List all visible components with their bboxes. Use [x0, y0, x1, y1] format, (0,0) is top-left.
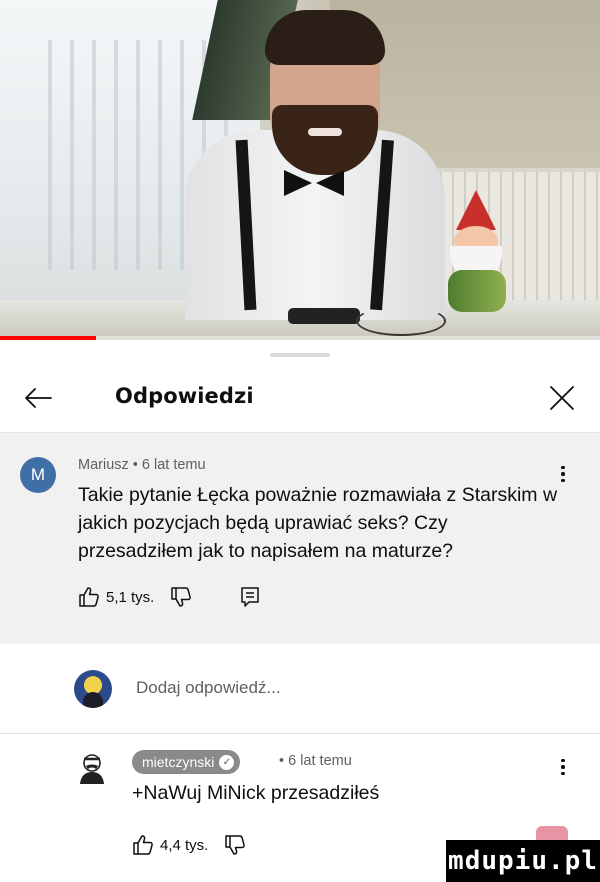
table-cable — [356, 306, 446, 336]
reply-text: +NaWuj MiNick przesadziłeś — [132, 782, 380, 804]
more-vert-icon — [561, 465, 565, 470]
meta-separator: • — [279, 753, 289, 769]
close-icon — [550, 386, 574, 410]
avatar[interactable] — [74, 750, 110, 786]
person-bowtie — [284, 170, 344, 196]
reply-more-button[interactable] — [548, 752, 578, 782]
more-vert-icon-dot — [561, 771, 565, 776]
video-player[interactable] — [0, 0, 600, 340]
table-phone — [288, 308, 360, 324]
like-count: 5,1 tys. — [106, 588, 155, 606]
reply-meta: • 6 lat temu — [279, 753, 352, 769]
thumbs-down-icon — [171, 587, 192, 607]
like-button[interactable]: 4,4 tys. — [132, 834, 208, 856]
like-count: 4,4 tys. — [160, 836, 209, 854]
comment-actions: 5,1 tys. — [78, 585, 260, 609]
gnome-body — [448, 270, 506, 312]
garden-gnome — [442, 190, 512, 320]
channel-name: mietczynski — [142, 754, 215, 770]
channel-name-badge[interactable]: mietczynski ✓ — [132, 750, 241, 774]
verified-check-icon: ✓ — [219, 754, 235, 770]
arrow-left-icon — [25, 388, 52, 408]
more-vert-icon-dot — [561, 765, 565, 769]
sheet-drag-handle[interactable] — [270, 353, 330, 357]
more-vert-icon-dot — [561, 472, 565, 476]
comment-author[interactable]: Mariusz — [78, 457, 129, 473]
more-vert-icon — [561, 758, 565, 763]
thumbs-up-icon — [79, 587, 99, 607]
reply-actions: 4,4 tys. — [132, 834, 246, 856]
comment-meta: Mariusz • 6 lat temu — [78, 457, 206, 473]
sheet-header: Odpowiedzi — [0, 364, 600, 432]
more-vert-icon-dot — [561, 478, 565, 483]
comment-time: 6 lat temu — [141, 457, 206, 473]
dislike-button[interactable] — [224, 834, 246, 856]
avatar[interactable]: M — [20, 457, 56, 493]
back-button[interactable] — [16, 376, 60, 420]
avatar-mustache-man-icon — [80, 754, 104, 784]
reply-time: 6 lat temu — [288, 753, 352, 769]
video-person — [180, 10, 450, 320]
add-reply-row: Dodaj odpowiedź... — [0, 644, 600, 734]
reply-button[interactable] — [240, 586, 260, 608]
watermark-logo: mdupiu.pl — [446, 840, 600, 882]
person-hair — [265, 10, 385, 65]
person-mouth — [308, 128, 342, 136]
reply-input[interactable]: Dodaj odpowiedź... — [136, 678, 281, 698]
comment-reply-icon — [241, 587, 260, 607]
thumbs-up-icon — [133, 835, 153, 855]
meta-separator: • — [132, 457, 142, 473]
replies-sheet: Odpowiedzi M Mariusz • 6 lat temu Takie … — [0, 340, 600, 882]
avatar — [74, 670, 112, 708]
like-button[interactable]: 5,1 tys. — [78, 586, 154, 608]
gnome-hat — [456, 190, 496, 230]
comment-text: Takie pytanie Łęcka poważnie rozmawiała … — [78, 484, 558, 562]
parent-comment: M Mariusz • 6 lat temu Takie pytanie Łęc… — [0, 432, 600, 644]
thumbs-down-icon — [225, 835, 246, 855]
watermark-decoration — [536, 826, 568, 840]
dislike-button[interactable] — [170, 586, 192, 608]
close-button[interactable] — [540, 376, 584, 420]
sheet-title: Odpowiedzi — [115, 384, 254, 408]
